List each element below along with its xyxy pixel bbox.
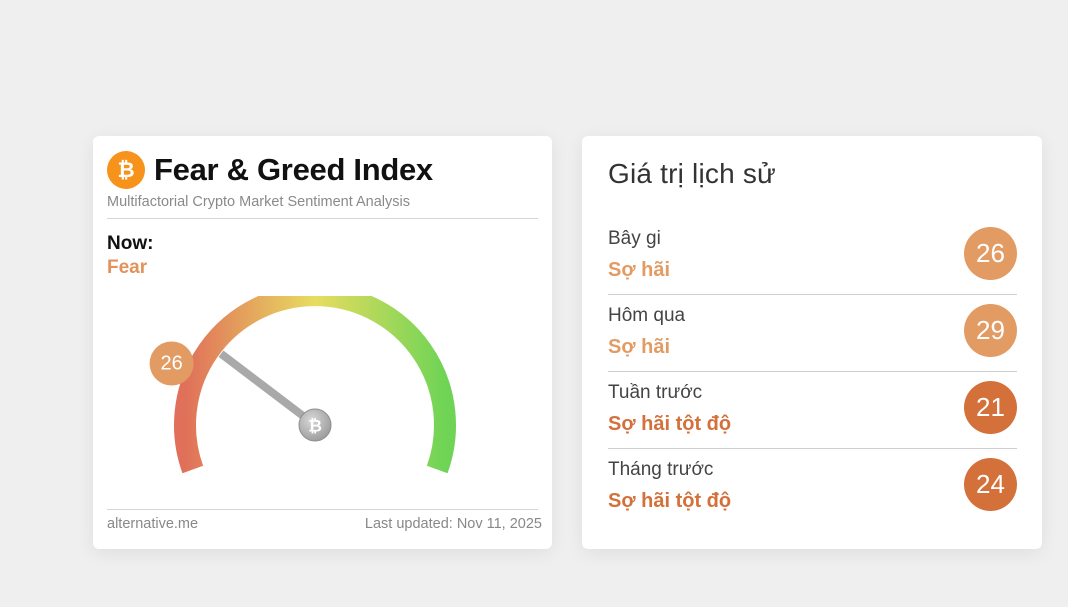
svg-text:₿: ₿ xyxy=(117,159,134,182)
history-row-last-week: Tuần trước Sợ hãi tột độ 21 xyxy=(608,372,1017,449)
gauge-value-badge: 26 xyxy=(149,341,194,386)
header-divider xyxy=(107,218,538,219)
history-row-classification: Sợ hãi tột độ xyxy=(608,490,732,512)
gauge-needle xyxy=(218,350,318,429)
history-row-yesterday: Hôm qua Sợ hãi 29 xyxy=(608,295,1017,372)
gauge-value: 26 xyxy=(160,353,182,375)
history-row-label: Tháng trước xyxy=(608,459,714,480)
history-row-classification: Sợ hãi xyxy=(608,259,671,281)
footer-divider xyxy=(107,509,538,510)
fng-title: Fear & Greed Index xyxy=(154,152,433,187)
history-row-now: Bây gi Sợ hãi 26 xyxy=(608,218,1017,295)
history-row-badge: 21 xyxy=(964,381,1017,434)
history-row-badge: 26 xyxy=(964,227,1017,280)
last-updated: Last updated: Nov 11, 2025 xyxy=(364,516,542,532)
fng-header: ₿ Fear & Greed Index xyxy=(107,150,433,190)
gauge-arc xyxy=(174,296,456,474)
history-row-classification: Sợ hãi xyxy=(608,336,671,358)
history-row-classification: Sợ hãi tột độ xyxy=(608,413,732,435)
source-link[interactable]: alternative.me xyxy=(107,516,198,532)
history-title: Giá trị lịch sử xyxy=(608,158,776,189)
history-row-label: Hôm qua xyxy=(608,305,686,326)
now-label: Now: xyxy=(107,233,154,254)
history-row-label: Tuần trước xyxy=(608,382,703,403)
history-card: Giá trị lịch sử Bây gi Sợ hãi 26 Hôm qua… xyxy=(582,136,1042,549)
fear-greed-card: ₿ Fear & Greed Index Multifactorial Cryp… xyxy=(93,136,552,549)
history-row-label: Bây gi xyxy=(608,228,661,249)
now-value: Fear xyxy=(107,257,148,278)
svg-text:₿: ₿ xyxy=(308,417,322,436)
history-row-badge: 24 xyxy=(964,458,1017,511)
bitcoin-icon: ₿ xyxy=(107,151,145,189)
needle-hub-bitcoin-icon: ₿ xyxy=(298,408,332,442)
fng-subtitle: Multifactorial Crypto Market Sentiment A… xyxy=(107,194,410,210)
gauge: 26 ₿ xyxy=(149,296,456,474)
history-row-last-month: Tháng trước Sợ hãi tột độ 24 xyxy=(608,449,1017,526)
history-row-badge: 29 xyxy=(964,304,1017,357)
